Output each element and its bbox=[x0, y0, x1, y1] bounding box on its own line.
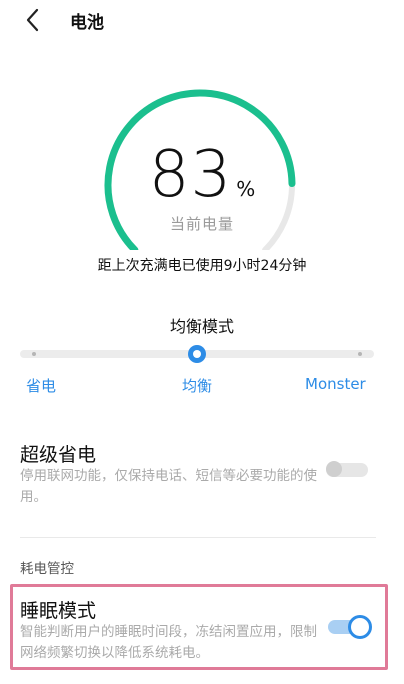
battery-percent: 83% bbox=[0, 138, 404, 212]
toggle-knob bbox=[326, 461, 342, 477]
mode-stop-balanced[interactable]: 均衡 bbox=[182, 375, 212, 396]
super-power-saving-title: 超级省电 bbox=[20, 444, 97, 466]
slider-thumb[interactable] bbox=[188, 345, 206, 363]
sleep-mode-title: 睡眠模式 bbox=[20, 600, 97, 622]
mode-slider[interactable] bbox=[20, 345, 374, 363]
mode-stop-power-saving[interactable]: 省电 bbox=[26, 375, 56, 396]
battery-percent-sign: % bbox=[236, 177, 256, 201]
section-label-power-control: 耗电管控 bbox=[20, 561, 74, 577]
battery-level-label: 当前电量 bbox=[169, 215, 234, 233]
since-full-charge-text: 距上次充满电已使用9小时24分钟 bbox=[97, 258, 307, 274]
mode-title: 均衡模式 bbox=[169, 317, 234, 336]
divider bbox=[20, 537, 376, 538]
slider-stop-dot bbox=[358, 352, 362, 356]
toggle-knob bbox=[348, 615, 372, 639]
super-power-saving-toggle[interactable] bbox=[326, 457, 370, 479]
sleep-mode-description: 智能判断用户的睡眠时间段，冻结闲置应用，限制网络频繁切换以降低系统耗电。 bbox=[20, 624, 317, 661]
battery-percent-number: 83 bbox=[148, 138, 233, 212]
sleep-mode-toggle[interactable] bbox=[328, 615, 372, 639]
battery-gauge: 83% 当前电量 bbox=[0, 0, 404, 250]
super-power-saving-description: 停用联网功能，仅保持电话、短信等必要功能的使用。 bbox=[20, 468, 317, 505]
slider-stop-dot bbox=[32, 352, 36, 356]
mode-stop-monster[interactable]: Monster bbox=[305, 375, 366, 393]
